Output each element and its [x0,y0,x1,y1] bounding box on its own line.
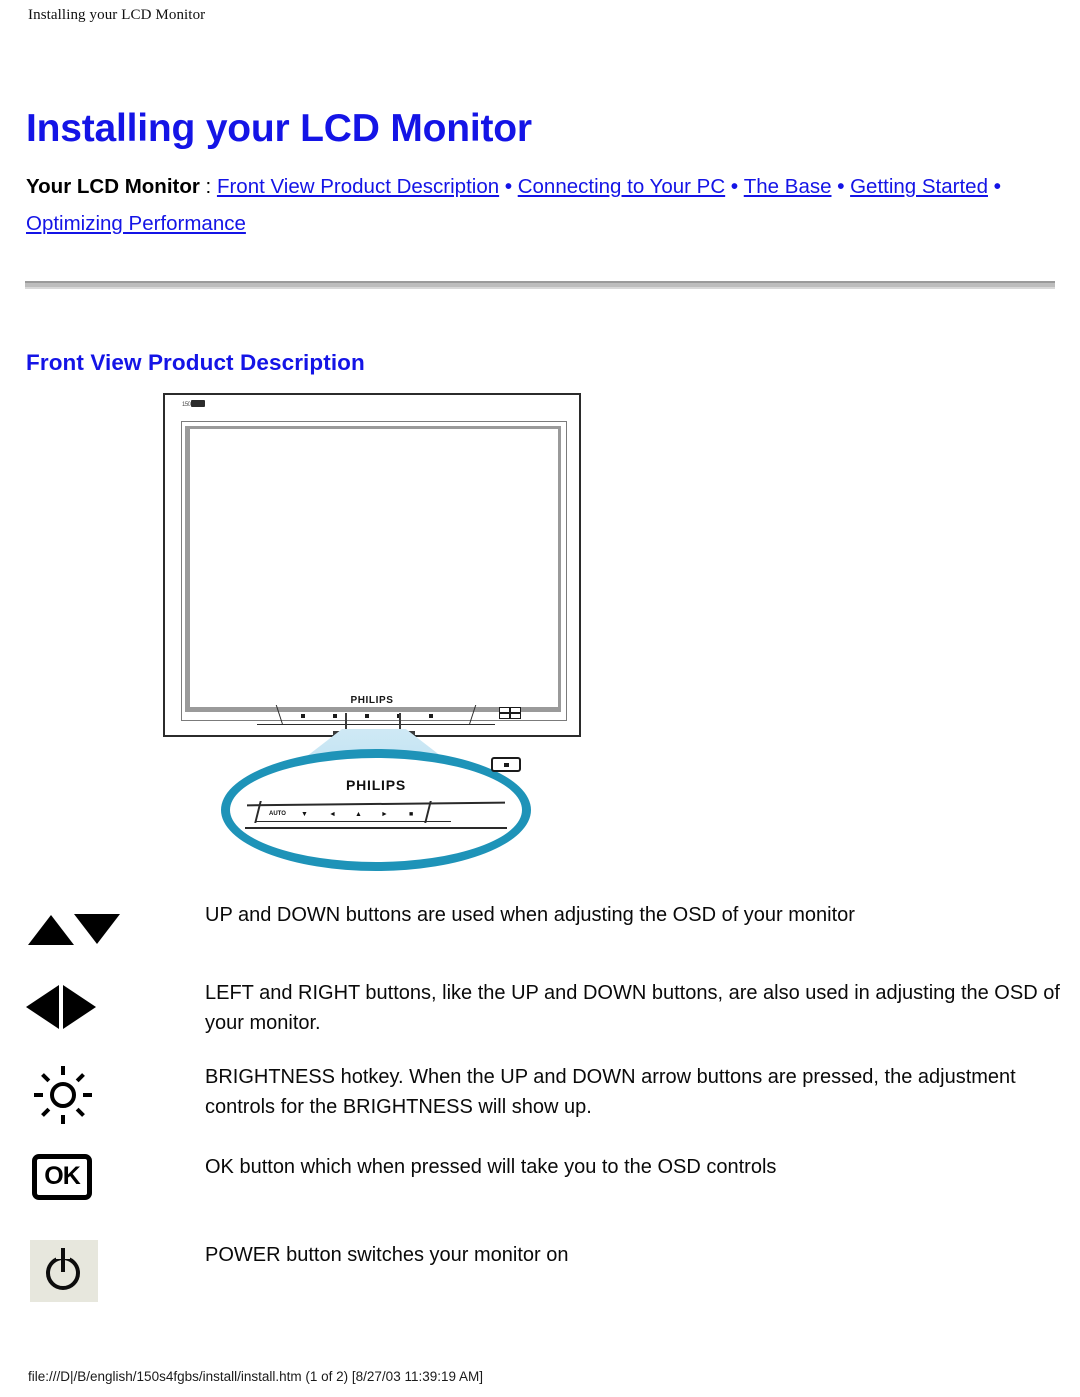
ok-button-icon: OK [26,1152,126,1222]
sun-ray-1 [61,1066,65,1075]
panel-glyph-down: ▼ [301,811,308,818]
zoom-callout-content: PHILIPS AUTO ▼ ◄ ▲ ► ■ [221,749,531,871]
strip-button-1 [301,714,305,718]
sun-glyph [34,1066,92,1124]
strip-button-5 [429,714,433,718]
callout-brand-label: PHILIPS [345,777,407,793]
feature-text-power: POWER button switches your monitor on [205,1244,569,1266]
up-down-arrows-icon [26,900,126,970]
nav-link-getting-started[interactable]: Getting Started [850,175,988,198]
panel-top-edge [246,801,506,806]
callout-control-panel: AUTO ▼ ◄ ▲ ► ■ [245,801,507,833]
breadcrumb-nav: Your LCD Monitor : Front View Product De… [26,168,1056,242]
sun-ray-5 [61,1115,65,1124]
page-title: Installing your LCD Monitor [26,107,532,151]
sun-ray-3 [83,1093,92,1097]
left-right-arrows-icon [26,978,126,1048]
power-glyph [30,1240,98,1302]
strip-right-edge [468,705,499,725]
arrow-up-icon [28,915,74,945]
nav-separator-4: • [993,175,1001,198]
monitor-top-logo: 150 [182,400,205,408]
strip-button-2 [333,714,337,718]
nav-separator-2: • [730,175,739,198]
running-head: Installing your LCD Monitor [28,7,206,23]
arrow-right-icon [63,985,96,1029]
power-button-icon [26,1240,126,1310]
feature-text-brightness: BRIGHTNESS hotkey. When the UP and DOWN … [205,1066,1016,1118]
nav-lead-label: Your LCD Monitor [26,175,200,198]
arrow-left-icon [26,985,59,1029]
panel-base-edge [245,827,507,829]
nav-link-optimizing-performance[interactable]: Optimizing Performance [26,212,246,235]
power-bar [61,1248,65,1272]
strip-left-edge [253,705,284,725]
arrow-down-icon [74,914,120,944]
sun-ray-7 [34,1093,43,1097]
sun-ray-8 [41,1073,51,1083]
sun-ray-2 [75,1073,85,1083]
brightness-icon [26,1062,126,1132]
nav-separator-3: • [837,175,845,198]
sun-ray-6 [41,1107,51,1117]
section-title: Front View Product Description [26,349,365,375]
panel-mid-edge [255,820,451,822]
page-footer-path: file:///D|/B/english/150s4fgbs/install/i… [28,1369,484,1384]
monitor-screen [185,426,561,712]
panel-glyph-auto: AUTO [269,811,286,817]
nav-link-the-base[interactable]: The Base [744,175,832,198]
panel-glyph-up: ▲ [355,811,362,818]
nav-colon: : [199,175,217,198]
nav-separator-1: • [504,175,513,198]
monitor-outline: 150 PHILIPS [163,393,581,739]
monitor-front-view-figure: 150 PHILIPS PHILIPS AUTO ▼ ◄ ▲ ► ■ [163,393,583,871]
nav-link-front-view[interactable]: Front View Product Description [217,175,499,198]
feature-text-left-right: LEFT and RIGHT buttons, like the UP and … [205,982,1060,1034]
callout-power-button [491,757,521,772]
monitor-top-logo-chip [190,400,205,407]
horizontal-divider [25,281,1055,289]
sun-core [50,1082,76,1108]
feature-text-ok: OK button which when pressed will take y… [205,1156,777,1178]
monitor-power-button-small [499,707,521,719]
sun-ray-4 [75,1107,85,1117]
monitor-top-logo-text: 150 [182,402,191,408]
panel-glyph-left: ◄ [329,811,336,818]
panel-glyph-right: ► [381,811,388,818]
panel-glyph-ok: ■ [409,811,414,818]
nav-link-connecting-pc[interactable]: Connecting to Your PC [518,175,725,198]
ok-glyph-label: OK [32,1154,92,1200]
feature-text-up-down: UP and DOWN buttons are used when adjust… [205,904,855,926]
